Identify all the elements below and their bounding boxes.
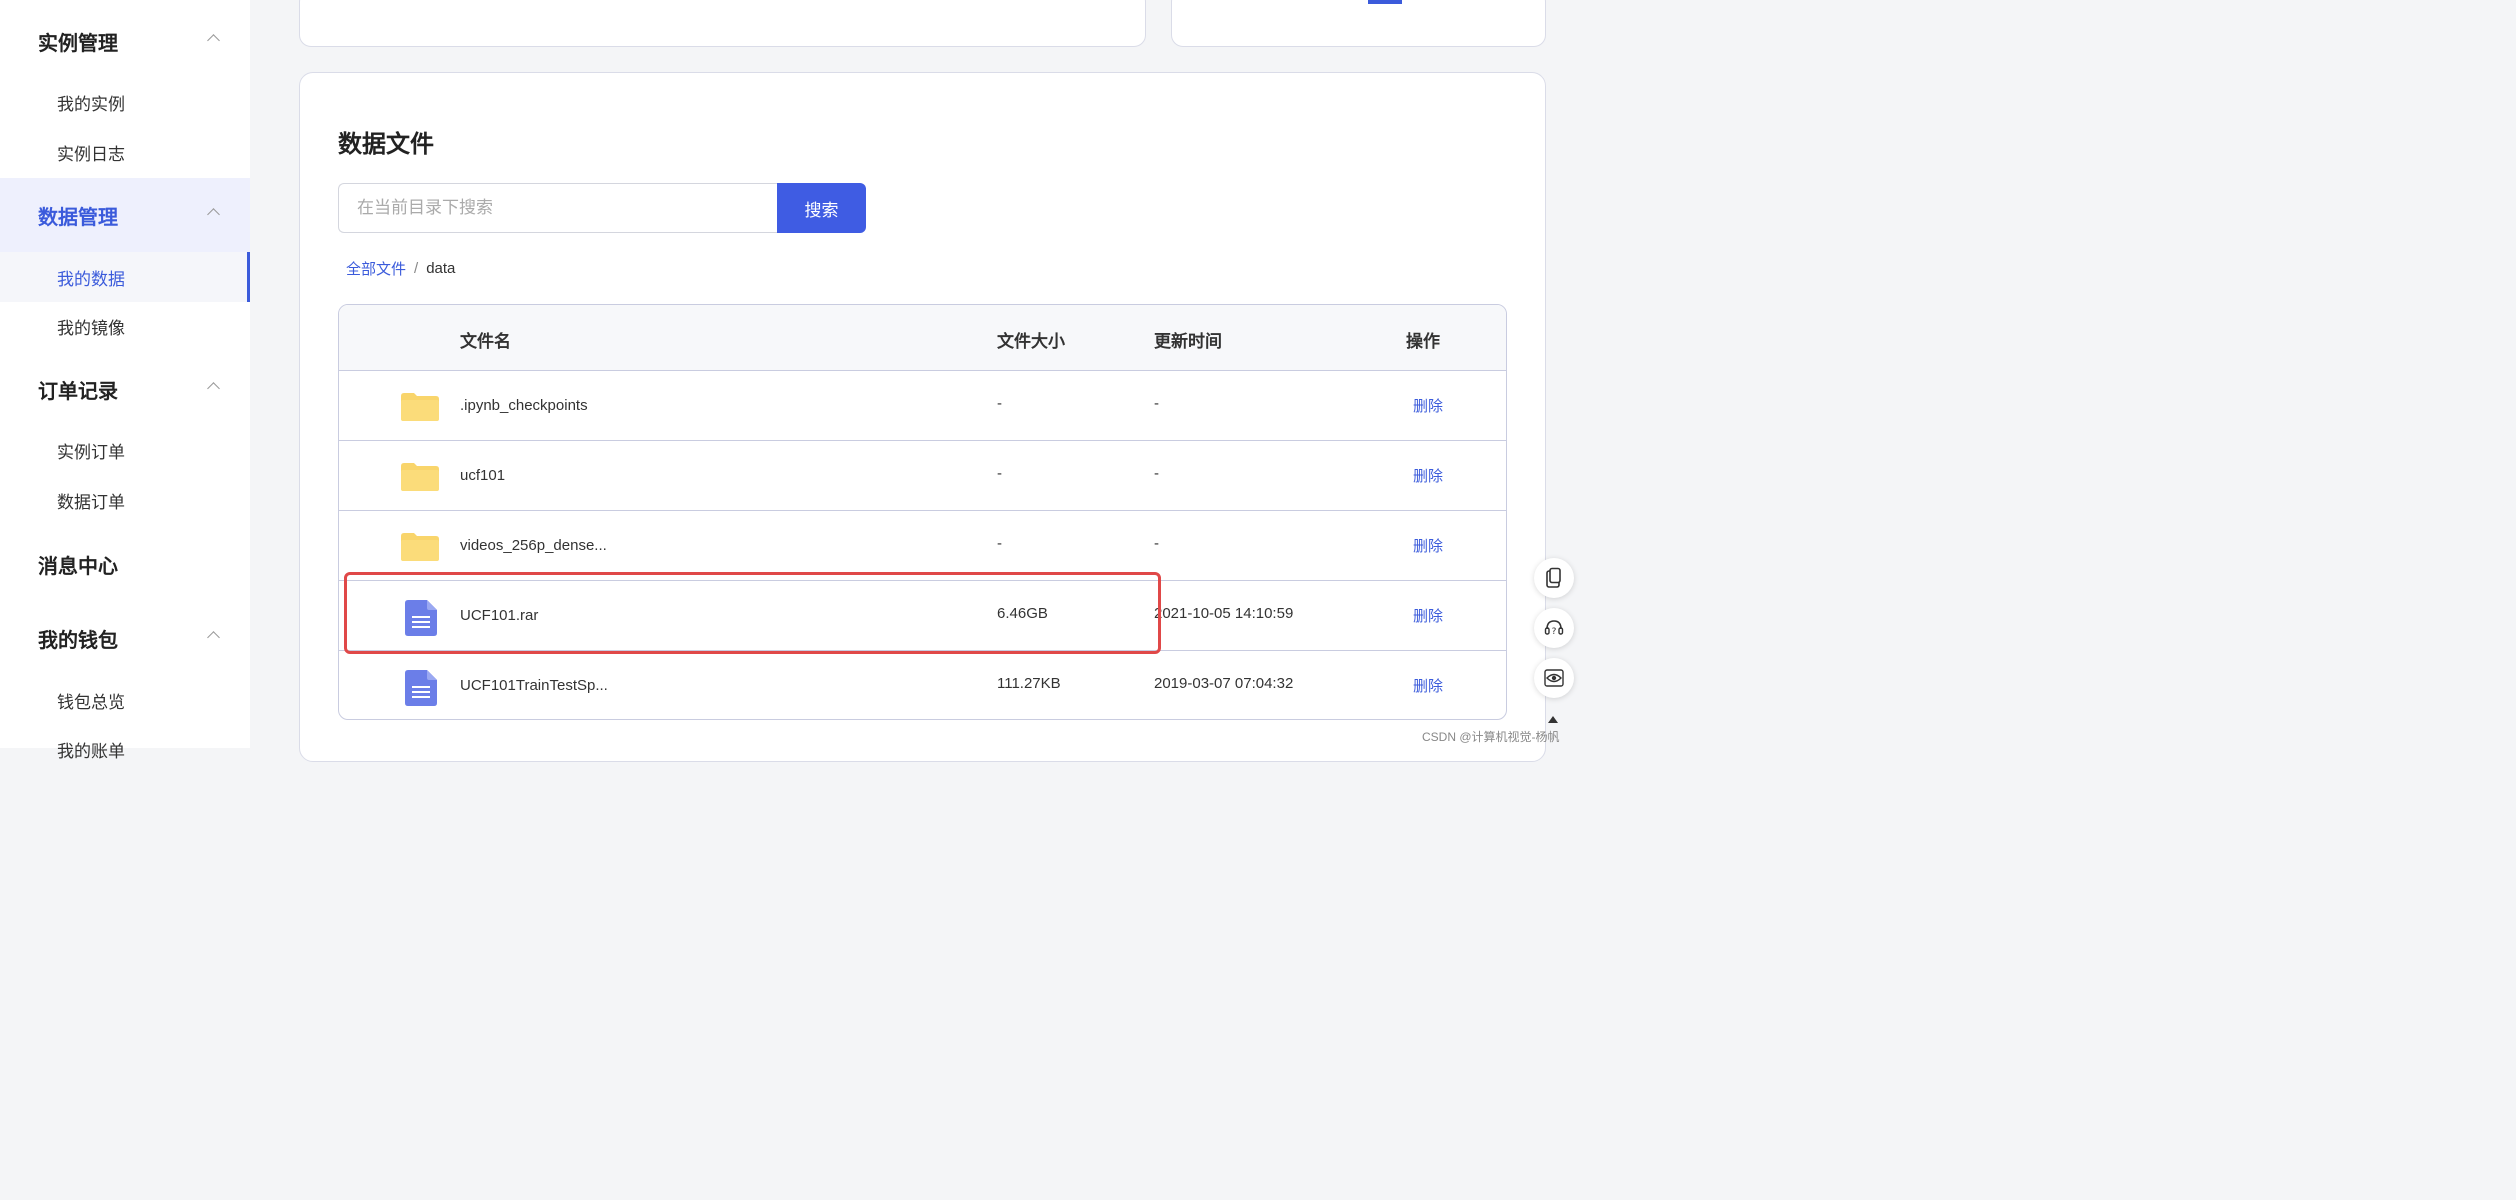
delete-link[interactable]: 删除	[1413, 605, 1443, 626]
table-row[interactable]: UCF101.rar 6.46GB 2021-10-05 14:10:59 删除	[339, 581, 1506, 651]
folder-icon	[401, 463, 439, 491]
sidebar-item-label: 我的账单	[57, 741, 125, 761]
clipboard-button[interactable]	[1534, 558, 1574, 598]
delete-link[interactable]: 删除	[1413, 675, 1443, 696]
file-name[interactable]: videos_256p_dense...	[460, 537, 607, 554]
file-size: -	[997, 535, 1002, 552]
sidebar-item-label: 钱包总览	[57, 692, 125, 712]
sidebar-item-my-instances[interactable]: 我的实例	[0, 77, 250, 127]
sidebar-group-orders[interactable]: 订单记录	[0, 352, 250, 426]
svg-text:?: ?	[1552, 627, 1557, 637]
folder-icon	[401, 533, 439, 561]
table-row[interactable]: videos_256p_dense... - - 删除	[339, 511, 1506, 581]
file-name[interactable]: UCF101TrainTestSp...	[460, 677, 608, 694]
scroll-top-icon[interactable]	[1548, 716, 1558, 723]
file-name[interactable]: UCF101.rar	[460, 607, 538, 624]
breadcrumb-current: data	[426, 260, 456, 277]
file-time: 2019-03-07 07:04:32	[1154, 675, 1294, 692]
sidebar-group-wallet[interactable]: 我的钱包	[0, 601, 250, 675]
clipboard-icon	[1546, 567, 1561, 588]
delete-link[interactable]: 删除	[1413, 535, 1443, 556]
eye-icon	[1544, 669, 1564, 687]
delete-link[interactable]: 删除	[1413, 465, 1443, 486]
table-row[interactable]: ucf101 - - 删除	[339, 441, 1506, 511]
preview-button[interactable]	[1534, 658, 1574, 698]
chevron-up-icon	[207, 34, 220, 47]
sidebar-group-label: 实例管理	[38, 32, 118, 55]
sidebar-group-messages[interactable]: 消息中心	[0, 527, 250, 601]
tab-indicator	[1368, 0, 1402, 4]
file-name[interactable]: ucf101	[460, 467, 505, 484]
file-time: -	[1154, 465, 1159, 482]
sidebar-item-my-images[interactable]: 我的镜像	[0, 301, 250, 351]
sidebar-item-label: 我的镜像	[57, 318, 125, 338]
column-header-name: 文件名	[460, 332, 511, 351]
table-row[interactable]: .ipynb_checkpoints - - 删除	[339, 371, 1506, 441]
column-header-time: 更新时间	[1154, 332, 1222, 351]
delete-link[interactable]: 删除	[1413, 395, 1443, 416]
document-icon	[405, 600, 437, 636]
sidebar-item-my-data[interactable]: 我的数据	[0, 252, 250, 302]
top-card-right	[1171, 0, 1546, 47]
file-size: 111.27KB	[997, 675, 1061, 692]
file-size: -	[997, 465, 1002, 482]
search-input[interactable]	[338, 183, 778, 233]
sidebar-group-data[interactable]: 数据管理	[0, 178, 250, 252]
table-header: 文件名 文件大小 更新时间 操作	[339, 305, 1506, 371]
sidebar-group-label: 数据管理	[38, 206, 118, 229]
sidebar-item-label: 我的数据	[57, 269, 125, 289]
file-time: 2021-10-05 14:10:59	[1154, 605, 1294, 622]
sidebar-item-instance-logs[interactable]: 实例日志	[0, 127, 250, 177]
column-header-action: 操作	[1406, 332, 1440, 351]
sidebar-group-label: 消息中心	[38, 555, 118, 578]
file-size: 6.46GB	[997, 605, 1048, 622]
sidebar-group-label: 订单记录	[38, 380, 118, 403]
column-header-size: 文件大小	[997, 332, 1065, 351]
sidebar-item-wallet-overview[interactable]: 钱包总览	[0, 675, 250, 725]
sidebar-item-label: 实例日志	[57, 144, 125, 164]
table-row[interactable]: UCF101TrainTestSp... 111.27KB 2019-03-07…	[339, 651, 1506, 719]
sidebar-item-label: 我的实例	[57, 94, 125, 114]
sidebar-item-label: 数据订单	[57, 492, 125, 512]
file-name[interactable]: .ipynb_checkpoints	[460, 397, 588, 414]
breadcrumb-root-link[interactable]: 全部文件	[346, 258, 406, 279]
file-size: -	[997, 395, 1002, 412]
document-icon	[405, 670, 437, 706]
sidebar-group-label: 我的钱包	[38, 629, 118, 652]
chevron-up-icon	[207, 208, 220, 221]
search-button[interactable]: 搜索	[777, 183, 866, 233]
sidebar-group-instance[interactable]: 实例管理	[0, 4, 250, 78]
sidebar-item-label: 实例订单	[57, 442, 125, 462]
support-button[interactable]: ?	[1534, 608, 1574, 648]
file-time: -	[1154, 535, 1159, 552]
folder-icon	[401, 393, 439, 421]
sidebar-item-instance-orders[interactable]: 实例订单	[0, 425, 250, 475]
chevron-up-icon	[207, 631, 220, 644]
top-card-left	[299, 0, 1146, 47]
support-icon: ?	[1544, 620, 1564, 637]
chevron-up-icon	[207, 382, 220, 395]
sidebar: 实例管理 我的实例 实例日志 数据管理 我的数据 我的镜像 订单记录 实例订单 …	[0, 0, 250, 761]
file-table: 文件名 文件大小 更新时间 操作 .ipynb_checkpoints - - …	[338, 304, 1507, 720]
page-title: 数据文件	[338, 131, 434, 158]
sidebar-item-data-orders[interactable]: 数据订单	[0, 475, 250, 525]
file-time: -	[1154, 395, 1159, 412]
watermark: CSDN @计算机视觉-杨帆	[1422, 730, 1560, 744]
sidebar-item-my-bills[interactable]: 我的账单	[0, 724, 250, 774]
breadcrumb-separator: /	[414, 260, 419, 277]
breadcrumb: 全部文件 / data	[346, 258, 455, 279]
